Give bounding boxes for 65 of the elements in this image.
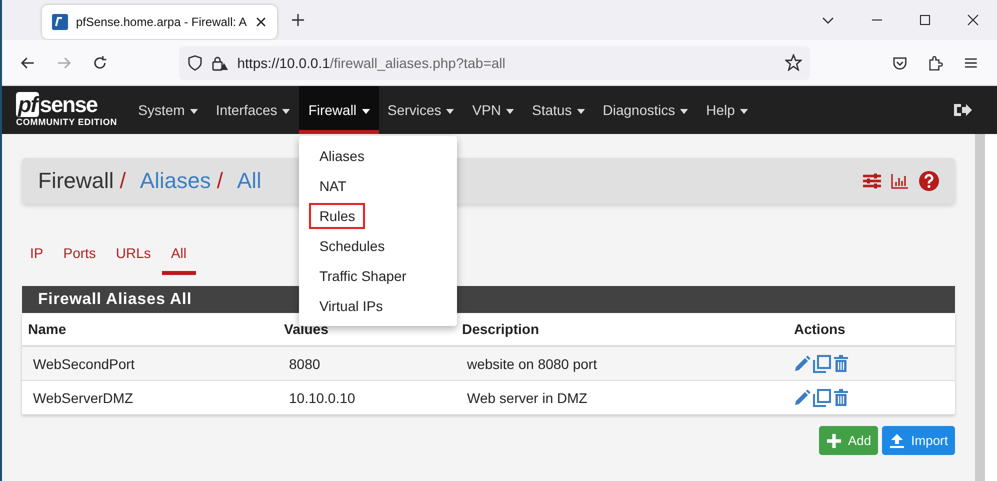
nav-menu-item[interactable]: System (129, 86, 207, 134)
tab-title: pfSense.home.arpa - Firewall: A (76, 15, 247, 29)
copy-icon[interactable] (813, 388, 831, 406)
shield-icon (187, 54, 204, 70)
caret-icon (680, 108, 688, 114)
pencil-icon[interactable] (793, 388, 811, 406)
breadcrumb-text: Firewall (38, 168, 114, 194)
pencil-icon[interactable] (793, 354, 811, 372)
caret-icon (740, 108, 748, 114)
panel-title: Firewall Aliases All (38, 290, 192, 308)
nav-menu-item[interactable]: Status (523, 86, 594, 134)
separator-slash: / (120, 168, 126, 194)
table-cell: 8080 (278, 346, 456, 380)
dropdown-item[interactable]: Traffic Shaper (309, 263, 416, 289)
close-icon[interactable] (967, 14, 979, 26)
lock-warning-icon (211, 54, 230, 70)
copy-icon[interactable] (813, 354, 831, 372)
caret-icon (446, 108, 454, 114)
caret-icon (190, 108, 198, 114)
nav-menu-item[interactable]: Diagnostics (594, 86, 698, 134)
plus-icon (826, 432, 842, 448)
new-tab-icon[interactable] (290, 13, 305, 27)
extensions-icon[interactable] (927, 54, 944, 70)
maximize-icon[interactable] (919, 14, 931, 26)
tab[interactable]: IP (22, 234, 52, 275)
sliders-icon[interactable] (863, 173, 881, 189)
caret-icon (282, 108, 290, 114)
address-bar[interactable]: https://10.0.0.1/firewall_aliases.php?tab=all (179, 46, 810, 80)
table-cell: Web server in DMZ (456, 380, 788, 414)
browser-tab[interactable]: pfSense.home.arpa - Firewall: A (42, 5, 277, 39)
tab[interactable]: URLs (106, 234, 160, 275)
separator-slash: / (216, 168, 223, 194)
nav-menu-item[interactable]: Interfaces (206, 86, 300, 134)
nav-menu-item[interactable]: Firewall (299, 86, 379, 134)
back-icon[interactable] (20, 54, 36, 70)
table-cell: website on 8080 port (456, 346, 788, 380)
favicon-icon (52, 14, 68, 30)
table-cell: 10.10.0.10 (278, 380, 456, 414)
nav-menu-item[interactable]: VPN (463, 86, 524, 134)
table-cell: WebServerDMZ (22, 380, 278, 414)
dropdown-item[interactable]: Aliases (309, 143, 374, 169)
caret-icon (362, 108, 370, 114)
logout-icon[interactable] (953, 102, 973, 118)
bar-chart-icon[interactable] (891, 173, 909, 189)
caret-icon (506, 108, 514, 114)
caret-icon (576, 108, 585, 114)
nav-menu-item[interactable]: Help (697, 86, 757, 134)
upload-icon (889, 432, 906, 448)
import-button[interactable]: Import (882, 426, 955, 455)
help-icon[interactable] (919, 171, 939, 191)
star-icon[interactable] (784, 54, 802, 71)
pfsense-logo[interactable]: pfsense COMMUNITY EDITION (16, 86, 118, 134)
table-cell: WebSecondPort (22, 346, 278, 380)
tab[interactable]: Ports (54, 234, 105, 275)
trash-icon[interactable] (833, 354, 849, 372)
nav-menu-item[interactable]: Services (378, 86, 464, 134)
tab[interactable]: All (162, 234, 196, 275)
dropdown-item[interactable]: Rules (309, 203, 366, 229)
dropdown-item[interactable]: Schedules (309, 233, 395, 259)
reload-icon[interactable] (92, 54, 108, 70)
trash-icon[interactable] (833, 388, 849, 406)
dropdown-item[interactable]: NAT (309, 173, 356, 199)
url-text: https://10.0.0.1/firewall_aliases.php?tab=all (237, 54, 506, 70)
pocket-icon[interactable] (892, 54, 908, 70)
close-icon[interactable] (254, 16, 267, 28)
